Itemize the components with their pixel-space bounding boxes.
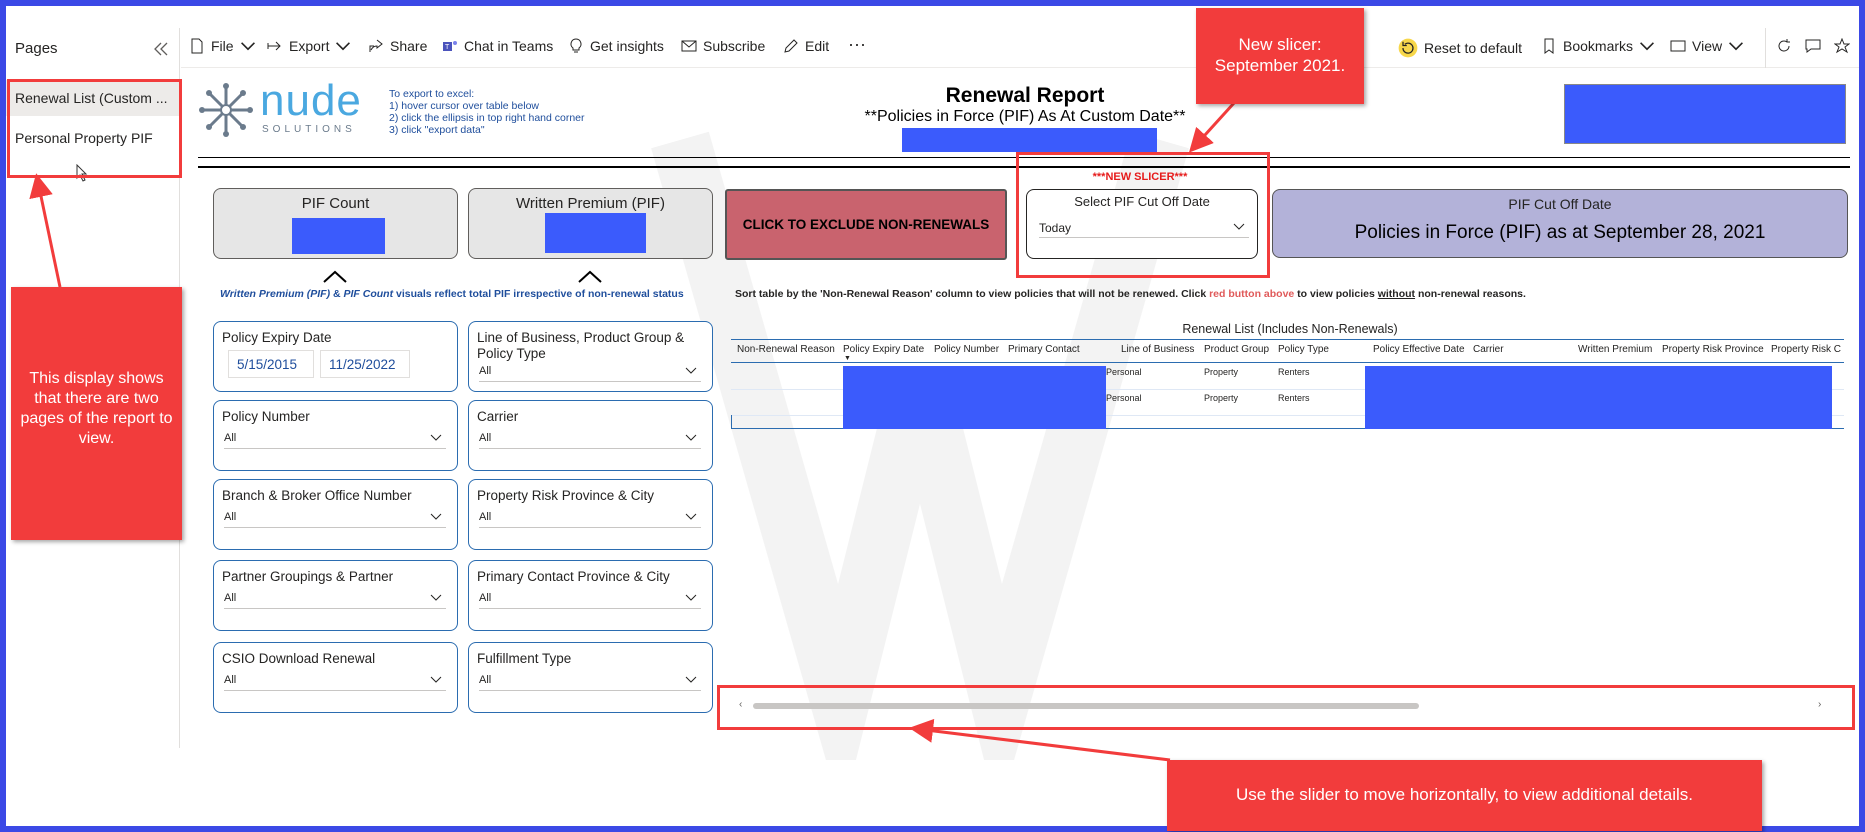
callout-new-slicer: New slicer: September 2021. (1196, 8, 1364, 104)
annotation-arrows (29, 101, 1236, 762)
callout-pages: This display shows that there are two pa… (11, 287, 182, 540)
arrow-to-scrollbar (909, 718, 1171, 762)
callout-slider: Use the slider to move horizontally, to … (1167, 760, 1762, 831)
arrow-to-slicer (1188, 101, 1236, 153)
arrow-to-pages (29, 173, 62, 288)
